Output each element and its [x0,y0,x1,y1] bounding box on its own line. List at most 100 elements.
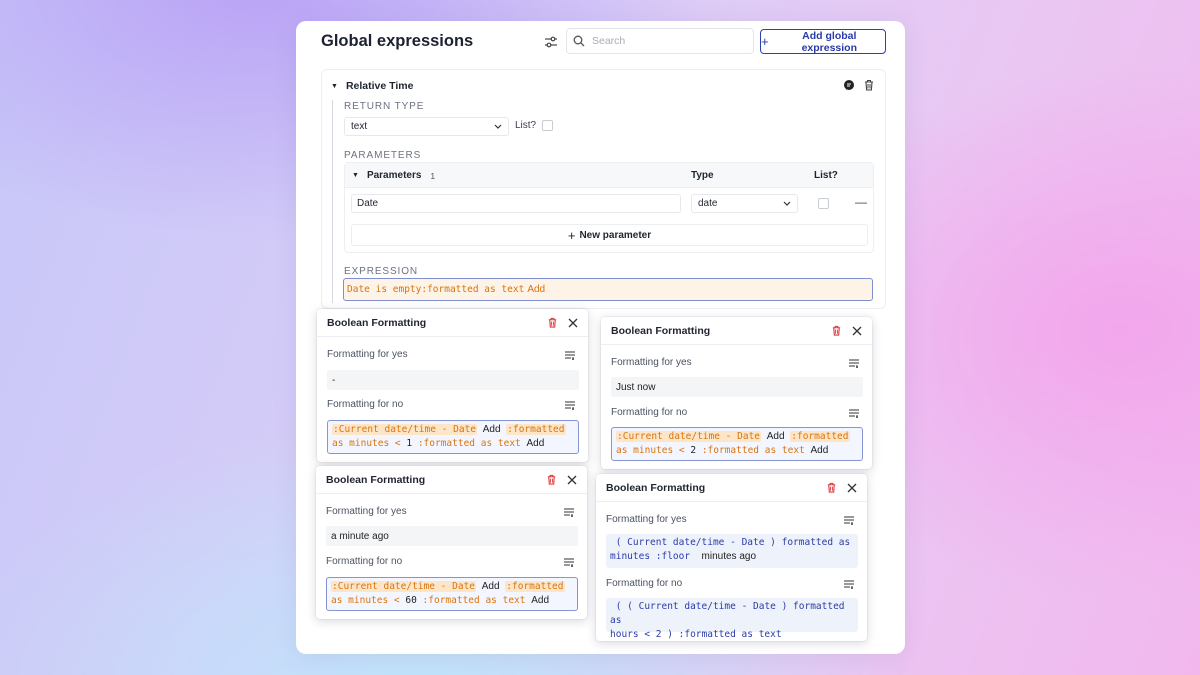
token[interactable]: Current date/time - Date [339,424,476,435]
format-list-icon[interactable] [565,401,575,410]
add-global-expression-label: Add global expression [801,29,858,54]
close-icon[interactable] [847,483,857,493]
expression-token[interactable]: Date is empty [347,284,421,295]
format-list-icon[interactable] [849,359,859,368]
token-text[interactable]: minutes ago [702,551,756,562]
close-icon[interactable] [568,318,578,328]
token[interactable]: Current date/time - Date [338,581,475,592]
token[interactable]: as minutes < [332,438,406,449]
token-number[interactable]: 60 [405,595,416,606]
parameters-label: PARAMETERS [344,150,422,161]
popup-title: Boolean Formatting [611,324,711,337]
popup-header: Boolean Formatting [316,466,587,494]
tree-line [332,100,333,303]
format-list-icon[interactable] [564,558,574,567]
token[interactable]: ( Current date/time - Date ) formatted a… [616,537,851,548]
yes-label: Formatting for yes [611,357,692,368]
yes-value-field[interactable]: - [327,370,579,390]
boolean-formatting-popup: Boolean Formatting Formatting for yes - … [317,309,588,462]
token[interactable]: formatted [797,431,848,442]
token-add[interactable]: Add [482,581,500,592]
token-add[interactable]: Add [531,595,549,606]
new-parameter-button[interactable]: + New parameter [351,224,868,246]
yes-value-field[interactable]: Just now [611,377,863,397]
parameters-header-label: Parameters [366,170,422,181]
list-toggle: List? [515,120,554,131]
token-add[interactable]: Add [483,424,501,435]
search-input[interactable] [592,35,742,47]
token[interactable]: minutes :floor [610,551,690,562]
token[interactable]: Current date/time - Date [623,431,760,442]
format-list-icon[interactable] [564,508,574,517]
no-label: Formatting for no [327,399,404,410]
popup-title: Boolean Formatting [606,481,706,494]
close-icon[interactable] [567,475,577,485]
token-add[interactable]: Add [811,445,829,456]
trash-icon[interactable] [863,79,875,91]
chevron-down-icon [783,201,791,206]
remove-parameter-icon[interactable]: — [855,195,867,209]
token-add[interactable]: Add [767,431,785,442]
expression-editor[interactable]: Date is empty :formatted as text Add [343,278,873,301]
format-list-icon[interactable] [844,580,854,589]
token-number[interactable]: 1 [406,438,412,449]
token[interactable]: :formatted as text [418,438,521,449]
parameters-count: 1 [430,170,436,181]
parameters-collapse-toggle[interactable]: ▼ Parameters 1 [352,170,435,181]
no-expression-editor[interactable]: :Current date/time - Date Add :formatted… [327,420,579,454]
token[interactable]: :formatted as text [702,445,805,456]
popup-header: Boolean Formatting [596,474,867,502]
search-field[interactable] [566,28,754,54]
no-expression-editor[interactable]: :Current date/time - Date Add :formatted… [326,577,578,611]
trash-icon[interactable] [831,325,842,336]
parameter-name-input[interactable]: Date [351,194,681,213]
yes-value-field[interactable]: a minute ago [326,526,578,546]
token-add[interactable]: Add [527,438,545,449]
token-number[interactable]: 2 [690,445,696,456]
expression-label: EXPRESSION [344,266,419,277]
yes-expression-editor[interactable]: ( Current date/time - Date ) formatted a… [606,534,858,568]
add-global-expression-button[interactable]: + Add global expression [760,29,886,54]
popup-header: Boolean Formatting [317,309,588,337]
trash-icon[interactable] [546,474,557,485]
close-icon[interactable] [852,326,862,336]
no-expression-editor[interactable]: ( ( Current date/time - Date ) formatted… [606,598,858,640]
plus-icon: + [567,227,576,243]
token[interactable]: formatted [513,424,564,435]
parameter-type-select[interactable]: date [691,194,798,213]
expression-token[interactable]: :formatted as text [421,284,524,295]
token[interactable]: hours < 2 ) :formatted as text [610,629,782,640]
boolean-formatting-popup: Boolean Formatting Formatting for yes Ju… [601,317,872,469]
format-list-icon[interactable] [849,409,859,418]
list-column-header: List? [814,170,838,181]
expression-name: Relative Time [345,80,414,92]
expression-header[interactable]: ▼ Relative Time [331,80,413,92]
new-parameter-label: New parameter [579,229,652,241]
boolean-formatting-popup: Boolean Formatting Formatting for yes ( … [596,474,867,641]
no-expression-editor[interactable]: :Current date/time - Date Add :formatted… [611,427,863,461]
comment-icon[interactable] [843,79,855,91]
parameters-table: ▼ Parameters 1 Type List? Date date — + … [344,162,874,253]
token[interactable]: :formatted as text [423,595,526,606]
token[interactable]: formatted [512,581,563,592]
return-type-select[interactable]: text [344,117,509,136]
plus-icon: + [761,34,769,49]
expression-add[interactable]: Add [527,284,545,295]
yes-label: Formatting for yes [327,349,408,360]
list-checkbox[interactable] [542,120,554,131]
list-label: List? [515,120,537,131]
token[interactable]: as minutes < [616,445,690,456]
token[interactable]: ( ( Current date/time - Date ) formatted… [610,601,845,626]
popup-title: Boolean Formatting [327,316,427,329]
token[interactable]: as minutes < [331,595,405,606]
trash-icon[interactable] [547,317,558,328]
trash-icon[interactable] [826,482,837,493]
filter-settings-button[interactable] [541,32,561,52]
sliders-icon [545,36,557,48]
format-list-icon[interactable] [565,351,575,360]
no-label: Formatting for no [326,556,403,567]
no-label: Formatting for no [611,407,688,418]
format-list-icon[interactable] [844,516,854,525]
popup-title: Boolean Formatting [326,473,426,486]
parameter-list-checkbox[interactable] [818,198,829,209]
